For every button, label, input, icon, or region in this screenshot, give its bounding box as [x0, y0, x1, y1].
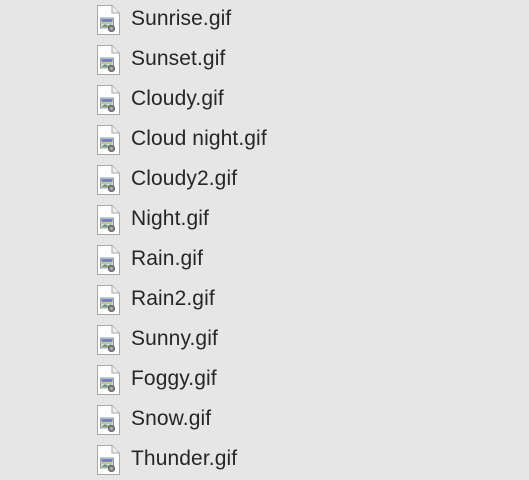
- file-name: Night.gif: [131, 207, 209, 230]
- file-item[interactable]: Cloud night.gif: [0, 120, 529, 160]
- file-list: Sunrise.gif Sunset.gif Cloudy.gif Cloud …: [0, 0, 529, 479]
- file-item[interactable]: Cloudy.gif: [0, 80, 529, 120]
- file-item[interactable]: Cloudy2.gif: [0, 160, 529, 200]
- gif-file-icon: [96, 5, 120, 35]
- gif-file-icon: [96, 445, 120, 475]
- gif-file-icon: [96, 205, 120, 235]
- file-name: Cloud night.gif: [131, 127, 267, 150]
- file-name: Thunder.gif: [131, 447, 238, 470]
- file-item[interactable]: Sunny.gif: [0, 320, 529, 360]
- gif-file-icon: [96, 325, 120, 355]
- gif-file-icon: [96, 405, 120, 435]
- gif-file-icon: [96, 365, 120, 395]
- gif-file-icon: [96, 285, 120, 315]
- gif-file-icon: [96, 165, 120, 195]
- file-item[interactable]: Rain.gif: [0, 240, 529, 280]
- file-name: Snow.gif: [131, 407, 212, 430]
- file-item[interactable]: Night.gif: [0, 200, 529, 240]
- file-name: Rain2.gif: [131, 287, 215, 310]
- file-item[interactable]: Rain2.gif: [0, 280, 529, 320]
- file-item[interactable]: Sunrise.gif: [0, 0, 529, 40]
- gif-file-icon: [96, 245, 120, 275]
- file-item[interactable]: Foggy.gif: [0, 360, 529, 400]
- file-name: Sunny.gif: [131, 327, 218, 350]
- file-name: Sunset.gif: [131, 47, 226, 70]
- file-item[interactable]: Sunset.gif: [0, 40, 529, 80]
- file-name: Cloudy2.gif: [131, 167, 238, 190]
- file-item[interactable]: Snow.gif: [0, 400, 529, 440]
- gif-file-icon: [96, 85, 120, 115]
- file-name: Sunrise.gif: [131, 7, 232, 30]
- file-item[interactable]: Thunder.gif: [0, 440, 529, 480]
- file-name: Cloudy.gif: [131, 87, 224, 110]
- file-name: Foggy.gif: [131, 367, 217, 390]
- gif-file-icon: [96, 125, 120, 155]
- gif-file-icon: [96, 45, 120, 75]
- file-name: Rain.gif: [131, 247, 204, 270]
